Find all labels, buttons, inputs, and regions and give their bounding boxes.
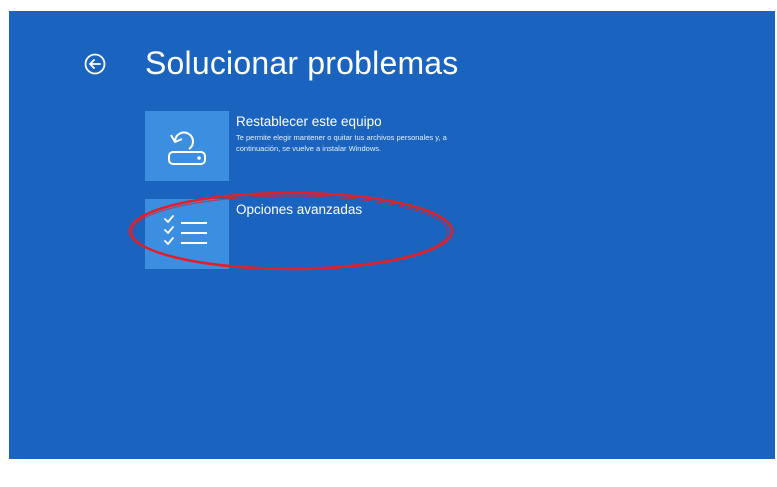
back-arrow-circle-icon <box>84 53 106 75</box>
reset-pc-option[interactable]: Restablecer este equipo Te permite elegi… <box>145 111 505 181</box>
reset-pc-tile[interactable] <box>145 111 229 181</box>
advanced-options-tile[interactable] <box>145 199 229 269</box>
back-button[interactable] <box>83 52 107 76</box>
page-title: Solucionar problemas <box>145 45 459 81</box>
checklist-icon <box>164 215 207 245</box>
reset-pc-text: Restablecer este equipo Te permite elegi… <box>236 114 486 154</box>
reset-pc-description: Te permite elegir mantener o quitar tus … <box>236 133 447 153</box>
advanced-options-text: Opciones avanzadas <box>236 202 486 218</box>
advanced-options-title: Opciones avanzadas <box>236 202 363 217</box>
reset-pc-icon <box>168 131 206 165</box>
recovery-screen: Solucionar problemas Restablecer este eq… <box>9 11 775 459</box>
reset-pc-title: Restablecer este equipo <box>236 114 382 129</box>
advanced-options-option[interactable]: Opciones avanzadas <box>145 199 505 269</box>
